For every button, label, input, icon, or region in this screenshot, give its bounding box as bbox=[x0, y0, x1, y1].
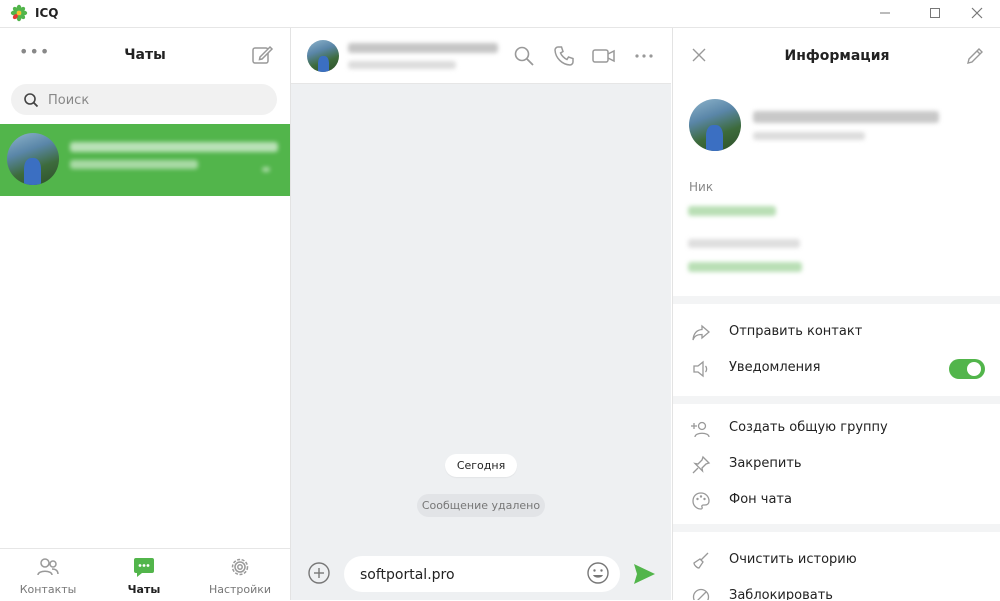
search-icon[interactable] bbox=[513, 45, 535, 67]
speaker-icon bbox=[693, 360, 708, 378]
nav-contacts[interactable]: Контакты bbox=[0, 549, 96, 601]
chat-background-label: Фон чата bbox=[729, 492, 792, 507]
profile-status-blurred bbox=[753, 132, 865, 140]
search-box[interactable] bbox=[11, 84, 277, 115]
pin-row[interactable]: Закрепить bbox=[673, 447, 1000, 483]
clear-history-label: Очистить историю bbox=[729, 552, 857, 567]
video-icon[interactable] bbox=[591, 45, 617, 67]
chat-background-row[interactable]: Фон чата bbox=[673, 483, 1000, 519]
message-field[interactable] bbox=[344, 556, 620, 592]
chats-title: Чаты bbox=[124, 47, 166, 63]
nav-settings[interactable]: Настройки bbox=[192, 549, 288, 601]
close-button[interactable] bbox=[954, 0, 1000, 27]
emoji-icon[interactable] bbox=[586, 561, 610, 585]
maximize-icon bbox=[930, 8, 940, 18]
create-group-row[interactable]: Создать общую группу bbox=[673, 411, 1000, 447]
notifications-toggle[interactable] bbox=[949, 359, 985, 379]
profile-avatar[interactable] bbox=[689, 99, 741, 151]
add-group-icon bbox=[691, 421, 710, 438]
share-icon bbox=[692, 324, 710, 341]
app-title: ICQ bbox=[35, 6, 59, 20]
create-group-label: Создать общую группу bbox=[729, 420, 888, 435]
nav-chats-label: Чаты bbox=[127, 583, 161, 596]
info-panel: Информация Ник Отправить контакт Уведомл… bbox=[672, 28, 1000, 600]
block-label: Заблокировать bbox=[729, 588, 833, 600]
actions-group-2: Создать общую группу Закрепить Фон чата bbox=[673, 404, 1000, 524]
clear-history-row[interactable]: Очистить историю bbox=[673, 543, 1000, 579]
info-title: Информация bbox=[784, 48, 890, 64]
contact-name-blurred bbox=[70, 142, 278, 152]
chats-sidebar: ••• Чаты Контакты bbox=[0, 28, 291, 601]
contacts-icon bbox=[37, 558, 59, 576]
date-separator: Сегодня bbox=[445, 454, 517, 477]
search-icon bbox=[24, 93, 39, 108]
edit-icon[interactable] bbox=[964, 45, 986, 67]
message-composer bbox=[291, 548, 671, 600]
palette-icon bbox=[692, 492, 710, 510]
nick-label: Ник bbox=[689, 180, 714, 194]
compose-icon[interactable] bbox=[250, 43, 274, 67]
nav-contacts-label: Контакты bbox=[19, 583, 77, 596]
last-message-blurred bbox=[70, 160, 198, 169]
phone-value-blurred bbox=[688, 262, 802, 272]
send-contact-row[interactable]: Отправить контакт bbox=[673, 315, 1000, 351]
call-icon[interactable] bbox=[553, 45, 575, 67]
message-input[interactable] bbox=[358, 564, 582, 586]
nav-settings-label: Настройки bbox=[208, 583, 272, 596]
conversation-status-blurred bbox=[348, 61, 456, 69]
send-icon[interactable] bbox=[631, 561, 657, 587]
contact-avatar bbox=[7, 133, 59, 185]
send-contact-label: Отправить контакт bbox=[729, 324, 863, 339]
search-input[interactable] bbox=[46, 89, 270, 111]
conversation-panel: Сегодня Сообщение удалено bbox=[291, 28, 671, 600]
icq-logo-icon bbox=[10, 4, 28, 22]
pin-label: Закрепить bbox=[729, 456, 802, 471]
pin-icon bbox=[692, 455, 711, 474]
nav-chats[interactable]: Чаты bbox=[96, 549, 192, 601]
attach-plus-icon[interactable] bbox=[307, 561, 331, 585]
deleted-message-notice: Сообщение удалено bbox=[417, 494, 545, 517]
title-bar: ICQ bbox=[0, 0, 1000, 28]
conversation-name-blurred bbox=[348, 43, 498, 53]
actions-group-3: Очистить историю Заблокировать bbox=[673, 532, 1000, 600]
bottom-navigation: Контакты Чаты Настройки bbox=[0, 548, 290, 601]
block-icon bbox=[692, 588, 710, 600]
minimize-icon bbox=[880, 12, 890, 14]
phone-label-blurred bbox=[688, 239, 800, 248]
broom-icon bbox=[693, 552, 709, 569]
message-status-blurred bbox=[262, 167, 270, 172]
more-icon[interactable] bbox=[633, 45, 655, 67]
profile-name-blurred bbox=[753, 111, 939, 123]
maximize-button[interactable] bbox=[912, 0, 958, 27]
actions-group-1: Отправить контакт Уведомления bbox=[673, 304, 1000, 396]
chats-icon bbox=[134, 558, 154, 577]
settings-icon bbox=[231, 558, 249, 576]
minimize-button[interactable] bbox=[862, 0, 908, 27]
chat-list-item[interactable] bbox=[0, 124, 290, 196]
notifications-label: Уведомления bbox=[729, 360, 821, 375]
profile-card: Информация Ник bbox=[673, 28, 1000, 296]
conversation-avatar[interactable] bbox=[307, 40, 339, 72]
chats-header: ••• Чаты bbox=[0, 28, 290, 84]
close-icon bbox=[971, 7, 983, 19]
block-row[interactable]: Заблокировать bbox=[673, 579, 1000, 600]
nick-value-blurred bbox=[688, 206, 776, 216]
conversation-header bbox=[291, 28, 671, 84]
notifications-row[interactable]: Уведомления bbox=[673, 351, 1000, 387]
